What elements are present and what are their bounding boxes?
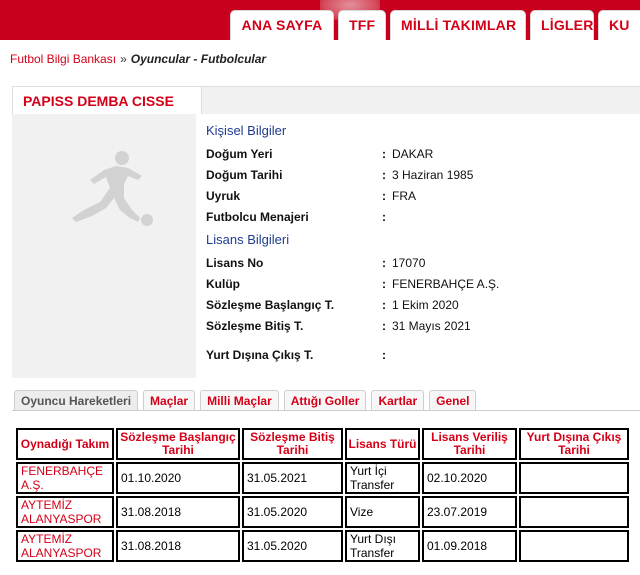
table-row: FENERBAHÇE A.Ş. 01.10.2020 31.05.2021 Yu… (16, 462, 629, 494)
nav-tab-tff[interactable]: TFF (338, 10, 386, 40)
info-label: Lisans No (206, 256, 264, 270)
info-row-birthplace: Doğum Yeri : DAKAR (206, 147, 434, 161)
info-value: FENERBAHÇE A.Ş. (392, 277, 500, 291)
info-row-contract-start: Sözleşme Başlangıç T. : 1 Ekim 2020 (206, 298, 459, 312)
info-row-abroad-exit: Yurt Dışına Çıkış T. : (206, 348, 386, 362)
info-row-agent: Futbolcu Menajeri : (206, 210, 386, 224)
breadcrumb-root-link[interactable]: Futbol Bilgi Bankası (10, 52, 116, 66)
subtab-divider (12, 410, 640, 411)
table-cell: 23.07.2019 (422, 496, 517, 528)
info-value: FRA (392, 189, 416, 203)
info-value: 17070 (392, 256, 426, 270)
tab-player-movements[interactable]: Oyuncu Hareketleri (14, 390, 139, 410)
info-row-nationality: Uyruk : FRA (206, 189, 416, 203)
table-cell (519, 462, 629, 494)
nav-tab-home[interactable]: ANA SAYFA (230, 10, 334, 40)
license-info-title: Lisans Bilgileri (206, 232, 290, 247)
info-label: Uyruk (206, 189, 241, 203)
table-cell: 31.08.2018 (116, 530, 240, 562)
table-cell (519, 496, 629, 528)
nav-tab-national-teams[interactable]: MİLLİ TAKIMLAR (390, 10, 526, 40)
info-label: Doğum Yeri (206, 147, 273, 161)
table-cell: 01.10.2020 (116, 462, 240, 494)
table-cell: 31.08.2018 (116, 496, 240, 528)
table-cell (519, 530, 629, 562)
player-info-panel: Kişisel Bilgiler Doğum Yeri : DAKAR Doğu… (196, 114, 640, 378)
info-value: 1 Ekim 2020 (392, 298, 459, 312)
table-header-row: Oynadığı Takım Sözleşme Başlangıç Tarihi… (16, 428, 629, 460)
info-label: Sözleşme Başlangıç T. (206, 298, 335, 312)
nav-tab-leagues[interactable]: LİGLER (530, 10, 594, 40)
team-link[interactable]: FENERBAHÇE A.Ş. (16, 462, 114, 494)
table-row: AYTEMİZ ALANYASPOR 31.08.2018 31.05.2020… (16, 496, 629, 528)
personal-info-title: Kişisel Bilgiler (206, 123, 287, 138)
info-row-birthdate: Doğum Tarihi : 3 Haziran 1985 (206, 168, 474, 182)
player-movements-table: Oynadığı Takım Sözleşme Başlangıç Tarihi… (14, 426, 631, 564)
team-link[interactable]: AYTEMİZ ALANYASPOR (16, 496, 114, 528)
tab-general[interactable]: Genel (429, 390, 477, 410)
table-cell: 31.05.2021 (242, 462, 343, 494)
team-link[interactable]: AYTEMİZ ALANYASPOR (16, 530, 114, 562)
tab-goals[interactable]: Attığı Goller (283, 390, 367, 410)
footballer-silhouette-icon (72, 151, 153, 226)
column-header-contract-start: Sözleşme Başlangıç Tarihi (116, 428, 240, 460)
info-value: 31 Mayıs 2021 (392, 319, 471, 333)
column-header-license-date: Lisans Veriliş Tarihi (422, 428, 517, 460)
column-header-contract-end: Sözleşme Bitiş Tarihi (242, 428, 343, 460)
player-photo (12, 114, 194, 378)
column-header-abroad-exit: Yurt Dışına Çıkış Tarihi (519, 428, 629, 460)
tab-matches[interactable]: Maçlar (143, 390, 196, 410)
info-label: Yurt Dışına Çıkış T. (206, 348, 314, 362)
table-cell: 31.05.2020 (242, 530, 343, 562)
tab-cards[interactable]: Kartlar (371, 390, 425, 410)
column-header-license-type: Lisans Türü (345, 428, 420, 460)
tab-national-matches[interactable]: Milli Maçlar (200, 390, 279, 410)
info-row-club: Kulüp : FENERBAHÇE A.Ş. (206, 277, 500, 291)
breadcrumb-separator: » (120, 52, 127, 66)
info-label: Futbolcu Menajeri (206, 210, 309, 224)
breadcrumb: Futbol Bilgi Bankası » Oyuncular - Futbolc… (10, 52, 266, 66)
nav-tab-more[interactable]: KU (598, 10, 640, 40)
main-nav: ANA SAYFA TFF MİLLİ TAKIMLAR LİGLER KU (230, 10, 640, 40)
breadcrumb-current: Oyuncular - Futbolcular (130, 52, 267, 66)
table-cell: 31.05.2020 (242, 496, 343, 528)
column-header-team: Oynadığı Takım (16, 428, 114, 460)
table-cell: 02.10.2020 (422, 462, 517, 494)
info-label: Doğum Tarihi (206, 168, 283, 182)
table-cell: 01.09.2018 (422, 530, 517, 562)
table-cell: Yurt İçi Transfer (345, 462, 420, 494)
table-row: AYTEMİZ ALANYASPOR 31.08.2018 31.05.2020… (16, 530, 629, 562)
info-value: DAKAR (392, 147, 434, 161)
player-name: PAPISS DEMBA CISSE (12, 86, 202, 114)
info-label: Kulüp (206, 277, 240, 291)
table-cell: Vize (345, 496, 420, 528)
table-cell: Yurt Dışı Transfer (345, 530, 420, 562)
info-value: 3 Haziran 1985 (392, 168, 474, 182)
info-label: Sözleşme Bitiş T. (206, 319, 304, 333)
info-row-license-no: Lisans No : 17070 (206, 256, 426, 270)
info-row-contract-end: Sözleşme Bitiş T. : 31 Mayıs 2021 (206, 319, 471, 333)
player-subtabs: Oyuncu Hareketleri Maçlar Milli Maçlar A… (14, 390, 477, 410)
